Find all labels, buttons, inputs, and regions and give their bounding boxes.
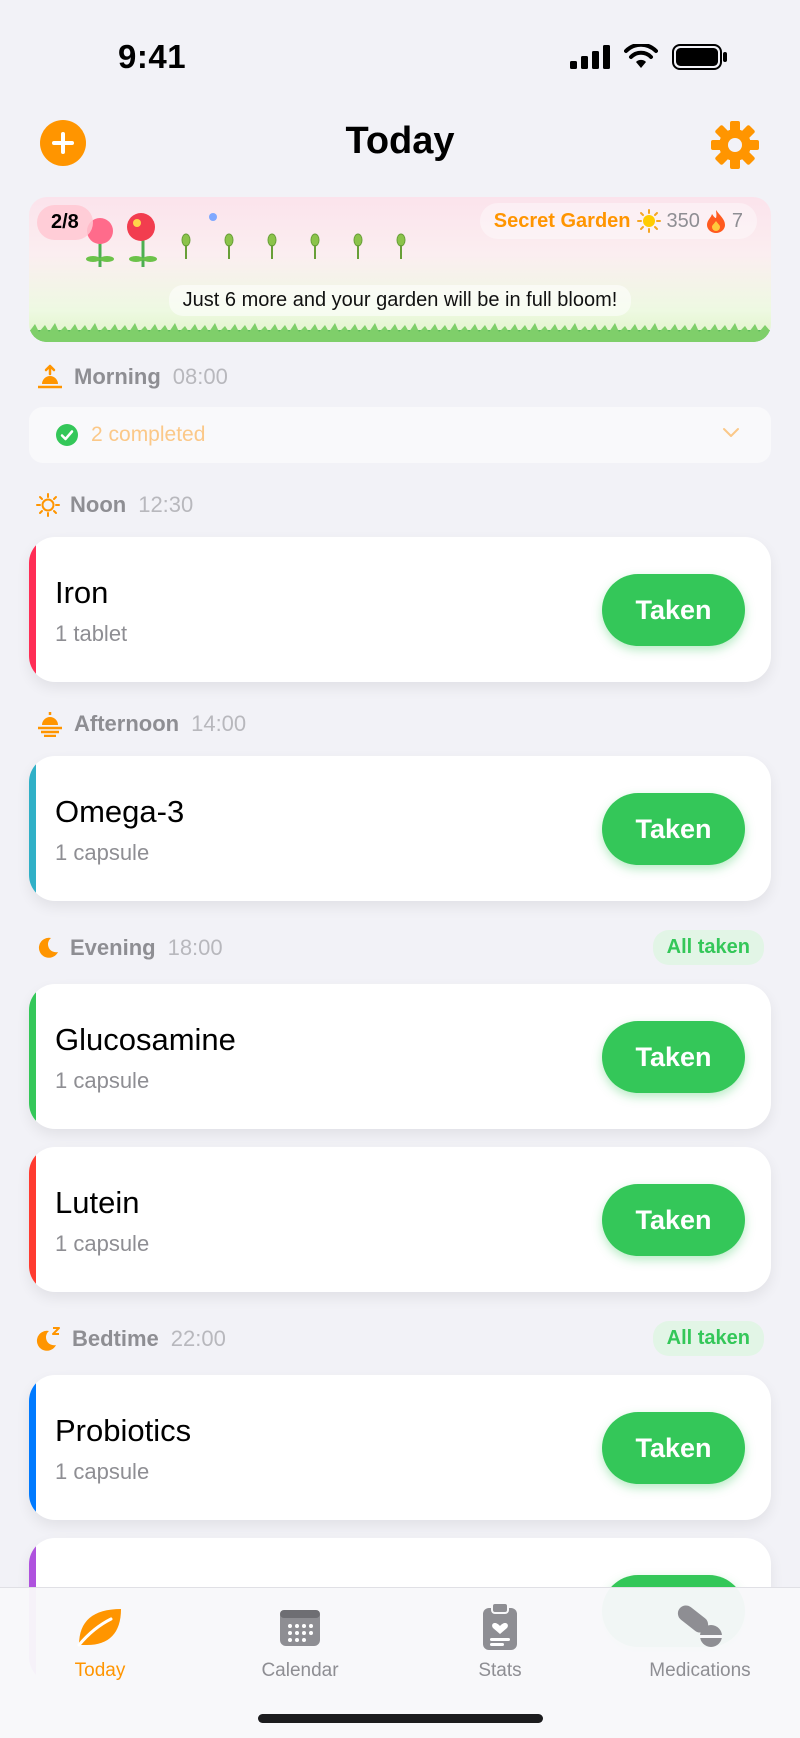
sun-icon xyxy=(36,493,60,517)
tab-label: Stats xyxy=(478,1660,522,1681)
color-bar xyxy=(29,1375,36,1520)
moon-zzz-icon xyxy=(36,1327,60,1351)
tab-stats[interactable]: Stats xyxy=(400,1602,600,1682)
garden-info-pill: Secret Garden 350 7 xyxy=(479,203,757,239)
garden-progress-badge: 2/8 xyxy=(37,205,93,240)
status-bar: 9:41 xyxy=(0,0,800,110)
garden-plants-illustration xyxy=(86,213,406,267)
section-afternoon-header: Afternoon 14:00 xyxy=(36,707,246,741)
taken-button[interactable]: Taken xyxy=(602,1184,745,1256)
navigation-bar: Today xyxy=(0,110,800,190)
garden-banner[interactable]: 2/8 Secret Garden 350 7 Just 6 more and … xyxy=(29,197,771,342)
gear-icon[interactable] xyxy=(710,120,760,170)
section-morning-header: Morning 08:00 xyxy=(36,360,228,394)
medication-dose: 1 capsule xyxy=(55,1068,150,1093)
medication-name: Lutein xyxy=(55,1185,140,1220)
medication-dose: 1 capsule xyxy=(55,1459,150,1484)
taken-button[interactable]: Taken xyxy=(602,793,745,865)
grass-decoration xyxy=(29,323,771,342)
medication-dose: 1 capsule xyxy=(55,840,150,865)
moon-icon xyxy=(38,937,58,958)
status-badge-bedtime: All taken xyxy=(652,1321,764,1356)
color-bar xyxy=(29,1147,36,1292)
status-icons xyxy=(570,44,728,70)
pills-icon xyxy=(677,1605,722,1647)
medication-card-lutein[interactable]: Lutein 1 capsule Taken xyxy=(29,1147,771,1292)
section-name: Afternoon xyxy=(74,711,180,736)
tab-label: Today xyxy=(74,1660,126,1681)
medication-dose: 1 capsule xyxy=(55,1231,150,1256)
leaf-icon xyxy=(77,1609,121,1647)
checkmark-circle-icon xyxy=(56,424,78,446)
garden-name: Secret Garden xyxy=(493,209,631,232)
sunset-icon xyxy=(38,712,62,737)
medication-card-iron[interactable]: Iron 1 tablet Taken xyxy=(29,537,771,682)
taken-button[interactable]: Taken xyxy=(602,1021,745,1093)
calendar-icon xyxy=(280,1610,320,1646)
medication-name: Omega-3 xyxy=(55,794,185,829)
tab-calendar[interactable]: Calendar xyxy=(200,1602,400,1682)
section-bedtime-header: Bedtime 22:00 xyxy=(36,1322,226,1356)
clipboard-icon xyxy=(483,1602,517,1650)
section-time: 18:00 xyxy=(167,935,223,960)
section-evening-header: Evening 18:00 xyxy=(36,931,223,965)
page-title: Today xyxy=(345,120,455,162)
chevron-down-icon xyxy=(723,428,739,437)
garden-message: Just 6 more and your garden will be in f… xyxy=(29,285,771,316)
section-time: 22:00 xyxy=(170,1326,226,1351)
medication-card-glucosamine[interactable]: Glucosamine 1 capsule Taken xyxy=(29,984,771,1129)
medication-name: Probiotics xyxy=(55,1413,192,1448)
section-name: Evening xyxy=(70,935,156,960)
streak-count: 7 xyxy=(731,209,743,232)
tab-label: Medications xyxy=(649,1660,751,1681)
wifi-icon xyxy=(624,44,658,68)
status-time: 9:41 xyxy=(118,38,187,75)
fire-icon xyxy=(706,210,725,233)
medication-dose: 1 tablet xyxy=(55,621,128,646)
completed-label: 2 completed xyxy=(91,423,206,446)
section-noon-header: Noon 12:30 xyxy=(36,488,193,522)
home-indicator xyxy=(258,1714,543,1723)
garden-message-text: Just 6 more and your garden will be in f… xyxy=(168,285,632,316)
tab-label: Calendar xyxy=(261,1660,339,1681)
battery-icon xyxy=(672,44,727,70)
cellular-signal-icon xyxy=(570,45,610,69)
color-bar xyxy=(29,537,36,682)
medication-name: Iron xyxy=(55,575,109,610)
tab-today[interactable]: Today xyxy=(0,1602,200,1682)
sunrise-icon xyxy=(38,364,62,389)
section-name: Bedtime xyxy=(72,1326,159,1351)
section-name: Noon xyxy=(70,492,127,517)
color-bar xyxy=(29,984,36,1129)
sun-icon xyxy=(636,209,661,233)
status-badge-evening: All taken xyxy=(652,930,764,965)
sun-count: 350 xyxy=(666,209,700,232)
section-time: 14:00 xyxy=(191,711,247,736)
medication-name: Glucosamine xyxy=(55,1022,236,1057)
section-name: Morning xyxy=(74,364,161,389)
section-time: 08:00 xyxy=(172,364,228,389)
color-bar xyxy=(29,756,36,901)
tab-medications[interactable]: Medications xyxy=(600,1602,800,1682)
medication-card-omega-3[interactable]: Omega-3 1 capsule Taken xyxy=(29,756,771,901)
medication-card-probiotics[interactable]: Probiotics 1 capsule Taken xyxy=(29,1375,771,1520)
taken-button[interactable]: Taken xyxy=(602,1412,745,1484)
completed-summary[interactable]: 2 completed xyxy=(29,407,771,463)
section-time: 12:30 xyxy=(138,492,194,517)
taken-button[interactable]: Taken xyxy=(602,574,745,646)
